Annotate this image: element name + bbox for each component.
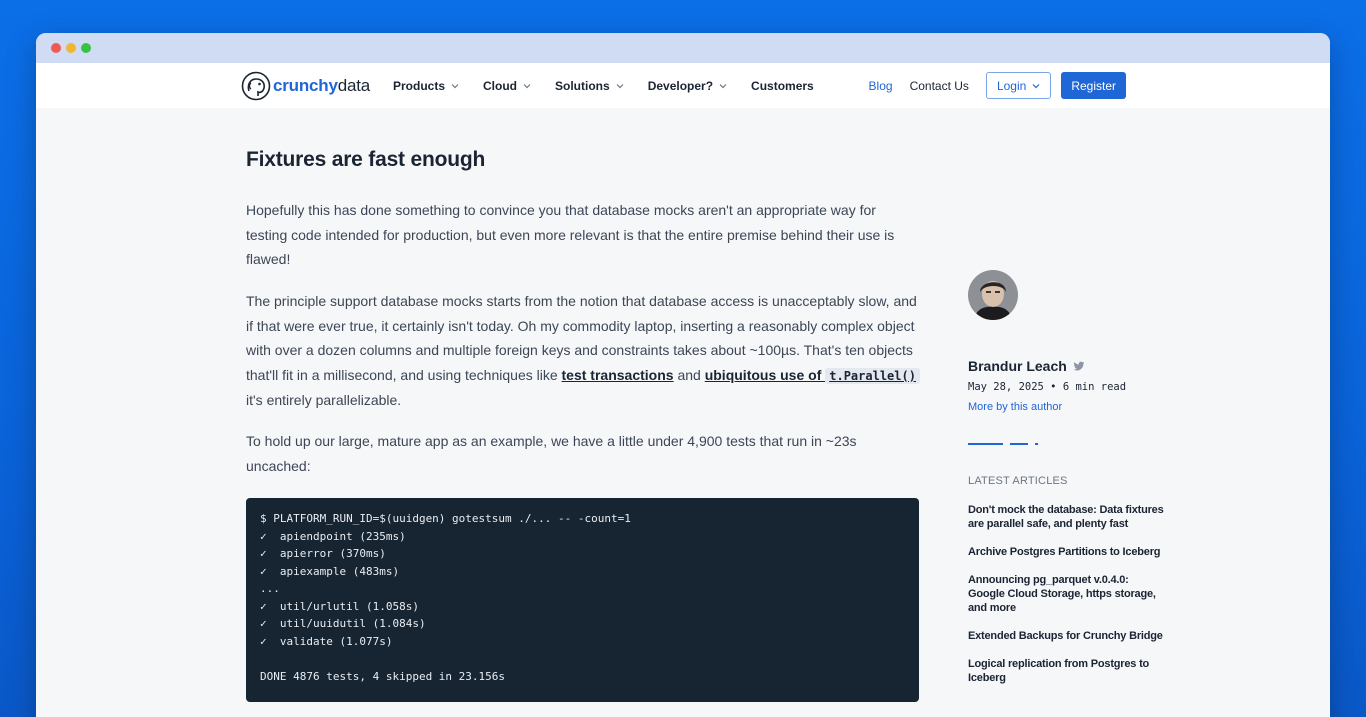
page-content: Fixtures are fast enough Hopefully this … [232, 108, 1164, 717]
latest-article-link[interactable]: Logical replication from Postgres to Ice… [968, 657, 1164, 685]
site-header: crunchydata Products Cloud Solutions Dev… [36, 63, 1330, 108]
logo-text-bold: crunchy [273, 76, 338, 95]
minimize-window-button[interactable] [66, 43, 76, 53]
menu-item-developer[interactable]: Developer? [648, 79, 727, 93]
author-avatar[interactable] [968, 270, 1018, 320]
maximize-window-button[interactable] [81, 43, 91, 53]
chevron-down-icon [719, 83, 727, 88]
menu-item-products[interactable]: Products [393, 79, 459, 93]
inline-code: t.Parallel() [825, 367, 920, 384]
code-line: ✓ util/urlutil (1.058s) [260, 599, 419, 613]
chevron-down-icon [523, 83, 531, 88]
window-titlebar [36, 33, 1330, 63]
menu-item-customers[interactable]: Customers [751, 79, 814, 93]
code-block[interactable]: $ PLATFORM_RUN_ID=$(uuidgen) gotestsum .… [246, 498, 919, 702]
code-line: ... [260, 582, 280, 595]
post-meta: May 28, 2025 • 6 min read [968, 381, 1127, 393]
paragraph: To hold up our large, mature app as an e… [246, 433, 857, 474]
ubiquitous-parallel-link[interactable]: ubiquitous use of t.Parallel() [705, 367, 920, 384]
avatar-image [968, 270, 1018, 320]
main-menu: Products Cloud Solutions Developer? Cust… [393, 63, 838, 108]
code-line: $ PLATFORM_RUN_ID=$(uuidgen) gotestsum .… [260, 512, 631, 525]
latest-article-link[interactable]: Announcing pg_parquet v.0.4.0: Google Cl… [968, 573, 1164, 615]
latest-article-link[interactable]: Extended Backups for Crunchy Bridge [968, 629, 1164, 643]
register-button[interactable]: Register [1061, 72, 1126, 99]
divider-dashes [968, 443, 1068, 445]
paragraph: The principle support database mocks sta… [246, 289, 920, 413]
chevron-down-icon [616, 83, 624, 88]
logo-text-light: data [337, 76, 371, 95]
menu-item-cloud[interactable]: Cloud [483, 79, 531, 93]
code-line: ✓ util/uuidutil (1.084s) [260, 617, 426, 630]
latest-articles-heading: LATEST ARTICLES [968, 475, 1068, 487]
chevron-down-icon [1032, 83, 1040, 88]
test-transactions-link[interactable]: test transactions [562, 367, 674, 383]
code-line: DONE 4876 tests, 4 skipped in 23.156s [260, 669, 506, 683]
twitter-icon[interactable] [1073, 360, 1085, 372]
chevron-down-icon [451, 83, 459, 88]
code-line: ✓ validate (1.077s) [260, 634, 393, 648]
close-window-button[interactable] [51, 43, 61, 53]
code-line: ✓ apiendpoint (235ms) [260, 529, 406, 543]
latest-article-link[interactable]: Archive Postgres Partitions to Iceberg [968, 545, 1164, 559]
section-heading: Fixtures are fast enough [246, 148, 486, 171]
code-line: ✓ apiexample (483ms) [260, 564, 400, 578]
browser-window: crunchydata Products Cloud Solutions Dev… [36, 33, 1330, 717]
code-line: ✓ apierror (370ms) [260, 547, 386, 560]
menu-item-solutions[interactable]: Solutions [555, 79, 624, 93]
author-name[interactable]: Brandur Leach [968, 358, 1085, 374]
header-actions: Blog Contact Us Login Register [869, 63, 1126, 108]
contact-us-link[interactable]: Contact Us [910, 79, 969, 93]
more-by-author-link[interactable]: More by this author [968, 401, 1062, 413]
crunchy-data-logo[interactable]: crunchydata [241, 71, 370, 101]
blog-link[interactable]: Blog [869, 79, 893, 93]
elephant-logo-icon [241, 71, 271, 101]
login-button[interactable]: Login [985, 72, 1052, 99]
latest-article-link[interactable]: Don't mock the database: Data fixtures a… [968, 503, 1164, 531]
paragraph: Hopefully this has done something to con… [246, 202, 895, 267]
